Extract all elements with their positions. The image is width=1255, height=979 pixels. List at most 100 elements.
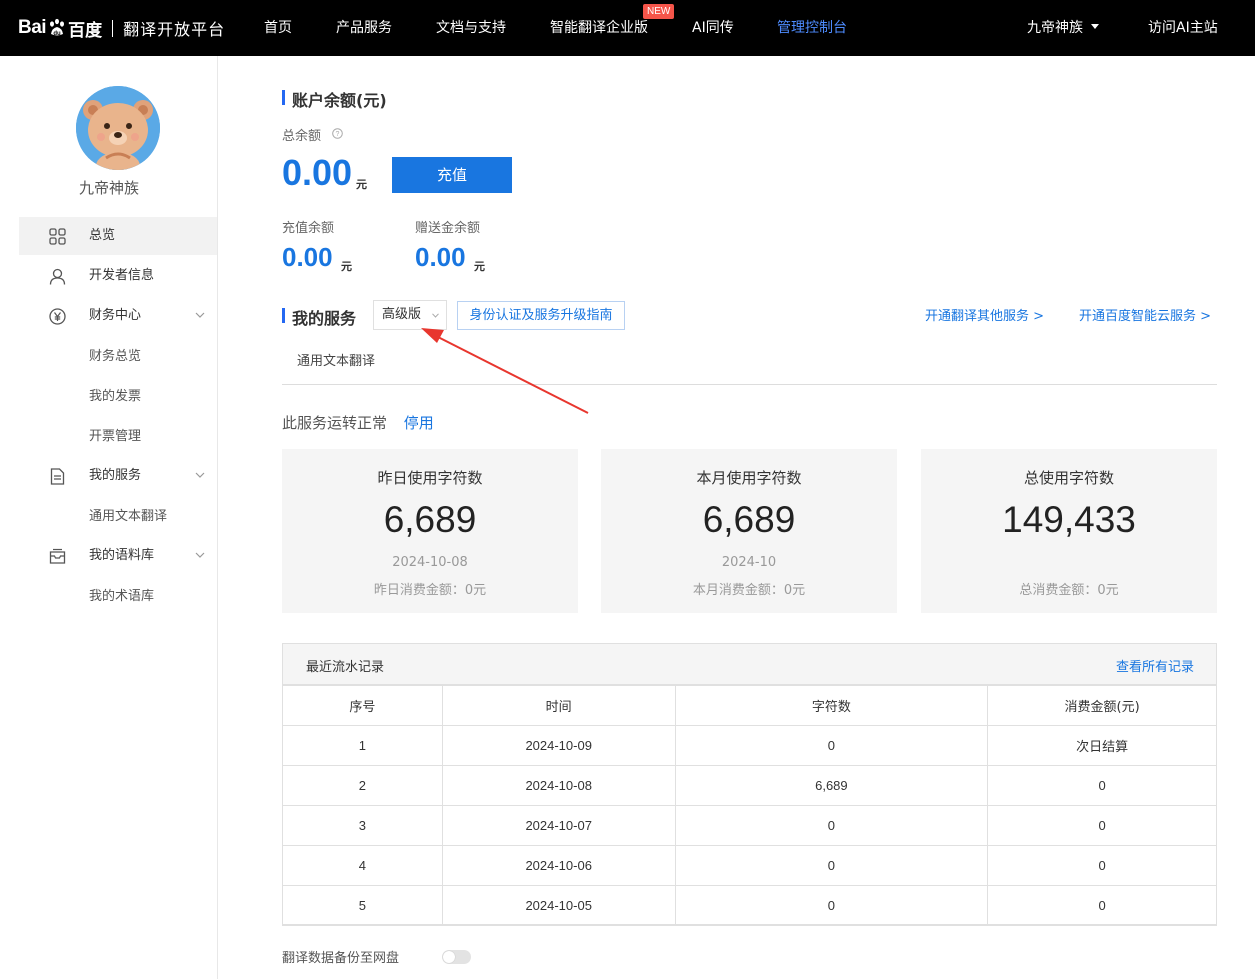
stat-title: 昨日使用字符数 [377,469,483,487]
table-cell: 0 [987,805,1217,846]
stat-card-total: 总使用字符数 149,433 总消费金额：0元 [921,449,1217,613]
table-row: 3 2024-10-07 0 0 [282,805,1217,846]
yen-icon [49,308,66,325]
table-cell: 0 [674,845,989,886]
sidebar-subitem-terminology[interactable]: 我的术语库 [89,587,154,607]
sidebar-item-label: 我的服务 [89,468,142,483]
table-cell: 2024-10-05 [441,885,676,926]
recharge-balance-unit: 元 [341,260,352,273]
records-header: 最近流水记录 查看所有记录 [283,644,1216,685]
table-cell: 1 [282,725,443,766]
user-dropdown[interactable]: 九帝神族 [1027,0,1099,56]
stat-cost: 总消费金额：0元 [1019,583,1119,598]
stat-date: 2024-10 [721,555,777,570]
sidebar-subitem-invoice-mgmt[interactable]: 开票管理 [89,427,141,447]
open-other-services-link[interactable]: 开通翻译其他服务 > [925,305,1044,324]
table-cell: 2024-10-08 [441,765,676,806]
sidebar-item-finance[interactable]: 财务中心 [19,297,217,335]
baidu-logo[interactable]: Bai du 百度 翻译开放平台 [18,14,225,42]
stat-card-yesterday: 昨日使用字符数 6,689 2024-10-08 昨日消费金额：0元 [282,449,578,613]
new-badge: NEW [643,4,675,19]
table-cell: 5 [282,885,443,926]
upgrade-guide-button[interactable]: 身份认证及服务升级指南 [457,301,625,330]
sidebar-subitem-text-translation[interactable]: 通用文本翻译 [89,507,167,527]
table-cell: 2024-10-09 [441,725,676,766]
sidebar-item-developer[interactable]: 开发者信息 [19,257,217,295]
platform-name: 翻译开放平台 [123,20,226,39]
sidebar-item-label: 开发者信息 [89,268,155,283]
backup-toggle[interactable] [442,950,471,964]
table-cell: 4 [282,845,443,886]
top-nav-bar: Bai du 百度 翻译开放平台 首页 产品服务 文档与支持 智能翻译企业版 N… [0,0,1255,56]
table-cell: 2 [282,765,443,806]
svg-text:?: ? [336,131,340,138]
nav-enterprise[interactable]: 智能翻译企业版 [550,0,648,56]
stat-cost: 本月消费金额：0元 [692,583,806,598]
column-header: 字符数 [674,685,989,726]
recharge-balance-value: 0.00 [282,242,333,272]
grid-icon [49,228,66,245]
column-header: 消费金额(元) [987,685,1217,726]
stat-value: 149,433 [1002,499,1136,540]
service-status: 此服务运转正常 停用 [282,412,434,433]
sidebar-subitem-invoices[interactable]: 我的发票 [89,387,141,407]
nav-ai-interpret[interactable]: AI同传 [692,0,734,56]
column-header: 序号 [282,685,443,726]
records-title: 最近流水记录 [306,660,385,675]
gift-balance-label: 赠送金余额 [415,221,481,236]
table-cell: 6,689 [674,765,989,806]
table-cell: 0 [987,885,1217,926]
nav-home[interactable]: 首页 [264,0,292,56]
sidebar-item-overview[interactable]: 总览 [19,217,217,255]
logo-brand: 百度 [68,20,103,41]
nav-visit-ai[interactable]: 访问AI主站 [1148,0,1218,56]
table-cell: 3 [282,805,443,846]
records-table: 序号 时间 字符数 消费金额(元) 1 2024-10-09 0 次日结算 2 … [282,685,1217,926]
user-icon [49,268,66,285]
sidebar-item-label: 总览 [89,228,116,243]
stat-value: 6,689 [383,499,477,540]
chevron-down-icon [432,313,439,318]
services-section-title: 我的服务 [282,305,356,329]
sidebar-item-label: 我的语料库 [89,548,155,563]
logo-divider [112,19,114,37]
svg-text:du: du [53,31,61,37]
avatar[interactable] [76,86,160,170]
backup-label: 翻译数据备份至网盘 [282,951,400,966]
caret-down-icon [1091,23,1099,29]
toggle-knob [443,951,455,963]
stat-cost: 昨日消费金额：0元 [373,583,487,598]
stop-service-link[interactable]: 停用 [404,414,434,432]
table-row: 5 2024-10-05 0 0 [282,885,1217,926]
column-header: 时间 [441,685,676,726]
nav-products[interactable]: 产品服务 [336,0,392,56]
table-cell: 0 [987,845,1217,886]
question-icon[interactable]: ? [332,128,343,139]
stat-value: 6,689 [702,499,796,540]
chevron-down-icon [195,472,205,478]
gift-balance-value: 0.00 [415,242,466,272]
table-header-row: 序号 时间 字符数 消费金额(元) [282,685,1217,726]
table-cell: 0 [987,765,1217,806]
stat-title: 本月使用字符数 [696,469,802,487]
table-cell: 0 [674,805,989,846]
sidebar-item-services[interactable]: 我的服务 [19,457,217,495]
sidebar-item-label: 财务中心 [89,308,142,323]
sidebar-subitem-finance-overview[interactable]: 财务总览 [89,347,141,367]
nav-console[interactable]: 管理控制台 [777,0,847,56]
total-balance-label: 总余额 [282,129,322,144]
table-cell: 次日结算 [987,725,1217,766]
sidebar-item-corpus[interactable]: 我的语料库 [19,537,217,575]
service-status-text: 此服务运转正常 [282,414,388,432]
tab-text-translation[interactable]: 通用文本翻译 [282,344,390,384]
paw-icon: du [50,18,65,37]
recharge-button[interactable]: 充值 [392,157,512,193]
nav-docs[interactable]: 文档与支持 [436,0,506,56]
user-dropdown-label: 九帝神族 [1027,20,1083,36]
stat-title: 总使用字符数 [1023,469,1114,487]
edition-select[interactable]: 高级版 [373,300,447,330]
open-cloud-services-link[interactable]: 开通百度智能云服务 > [1079,305,1211,324]
bear-avatar-icon [76,86,160,170]
view-all-records-link[interactable]: 查看所有记录 [1116,656,1194,675]
sidebar: 九帝神族 总览 开发者信息 财务中心 财务总览 我的发票 开票管理 我的服务 通… [0,56,218,979]
